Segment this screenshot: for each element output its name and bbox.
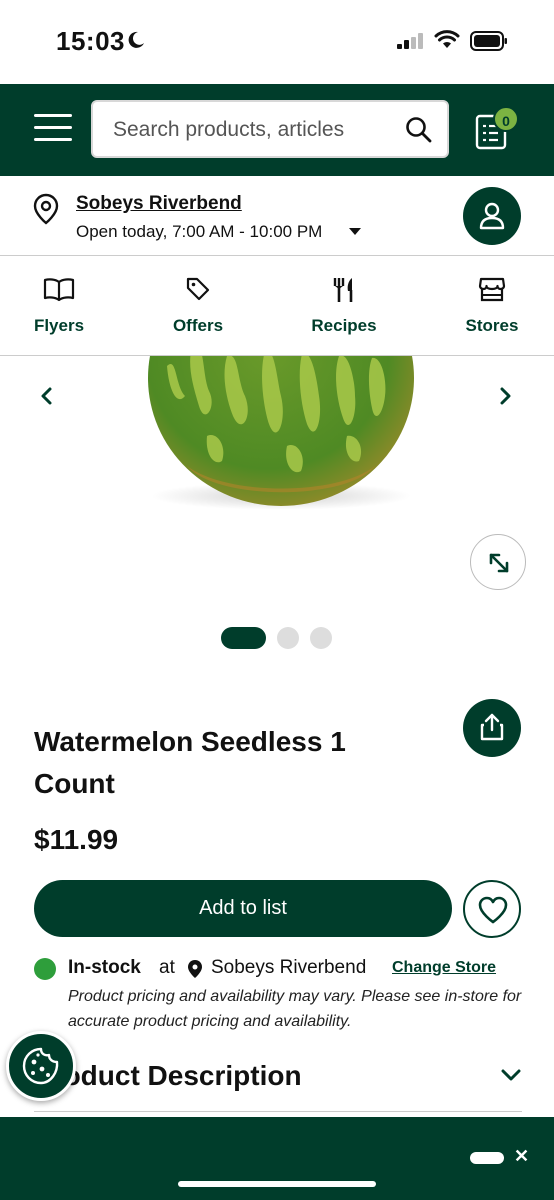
change-store-link[interactable]: Change Store: [392, 959, 496, 977]
battery-icon: [470, 31, 507, 51]
nav-item-flyers[interactable]: Flyers: [4, 256, 114, 356]
cookie-preferences-button[interactable]: [6, 1031, 76, 1101]
nav-label: Flyers: [33, 316, 85, 335]
stock-at-text: at: [159, 957, 175, 978]
menu-button[interactable]: [34, 114, 72, 144]
menu-icon-bar: [34, 126, 72, 129]
storefront-icon: [478, 277, 506, 302]
watermelon-image: [148, 356, 414, 510]
utensils-icon: [333, 278, 353, 302]
caret-down-icon[interactable]: [349, 228, 361, 235]
search-input[interactable]: [113, 116, 393, 144]
cellular-signal-icon: [397, 33, 423, 49]
book-open-icon: [43, 278, 75, 302]
heart-icon: [478, 896, 508, 924]
product-price: $11.99: [34, 824, 119, 855]
favorite-button[interactable]: [463, 880, 521, 938]
banner-handle[interactable]: [470, 1152, 504, 1164]
pricing-disclaimer: Product pricing and availability may var…: [68, 988, 522, 1030]
stock-status-row: In-stock at Sobeys Riverbend Change Stor…: [34, 956, 534, 982]
share-button[interactable]: [463, 699, 521, 757]
home-indicator: [178, 1181, 376, 1187]
wifi-icon: [434, 30, 460, 48]
status-time: 15:03: [56, 26, 125, 56]
cookie-icon: [22, 1047, 59, 1085]
product-title: Watermelon Seedless 1 Count: [34, 726, 346, 799]
moon-icon: [128, 31, 144, 48]
user-icon: [479, 202, 505, 230]
pagination-dot[interactable]: [277, 627, 299, 649]
status-bar: 15:03: [0, 0, 554, 84]
close-icon[interactable]: ✕: [514, 1146, 529, 1167]
stock-status: In-stock: [68, 957, 141, 978]
product-description-accordion[interactable]: Product Description: [34, 1056, 522, 1112]
list-count-badge: 0: [493, 106, 519, 132]
nav-label: Recipes: [311, 316, 377, 335]
add-to-list-button[interactable]: Add to list: [34, 880, 452, 937]
menu-icon-bar: [34, 114, 72, 117]
expand-image-button[interactable]: [470, 534, 526, 590]
account-button[interactable]: [463, 187, 521, 245]
bottom-banner: ✕: [0, 1117, 554, 1200]
app-header: [0, 84, 554, 176]
in-stock-indicator: [34, 958, 56, 980]
nav-label: Stores: [465, 316, 519, 335]
previous-image-button[interactable]: [38, 386, 56, 406]
search-icon[interactable]: [405, 116, 433, 144]
location-pin-icon: [33, 193, 59, 225]
store-selector: Sobeys Riverbend Open today, 7:00 AM - 1…: [0, 176, 554, 256]
category-nav: Flyers Offers Recipes Stores: [0, 256, 554, 356]
nav-label: Offers: [172, 316, 224, 335]
pagination-dot-active[interactable]: [221, 627, 266, 649]
pagination-dot[interactable]: [310, 627, 332, 649]
location-pin-icon: [188, 960, 202, 978]
nav-item-offers[interactable]: Offers: [143, 256, 253, 356]
share-icon: [480, 713, 504, 741]
next-image-button[interactable]: [496, 386, 514, 406]
menu-icon-bar: [34, 138, 72, 141]
search-box: [91, 100, 449, 158]
tag-icon: [186, 277, 210, 301]
stock-store-name: Sobeys Riverbend: [211, 957, 367, 978]
expand-icon: [489, 553, 509, 573]
chevron-down-icon: [501, 1069, 521, 1081]
nav-item-recipes[interactable]: Recipes: [289, 256, 399, 356]
nav-item-stores[interactable]: Stores: [437, 256, 547, 356]
store-hours[interactable]: Open today, 7:00 AM - 10:00 PM: [76, 222, 322, 242]
product-image-gallery: [0, 356, 554, 686]
store-name-link[interactable]: Sobeys Riverbend: [76, 193, 242, 215]
